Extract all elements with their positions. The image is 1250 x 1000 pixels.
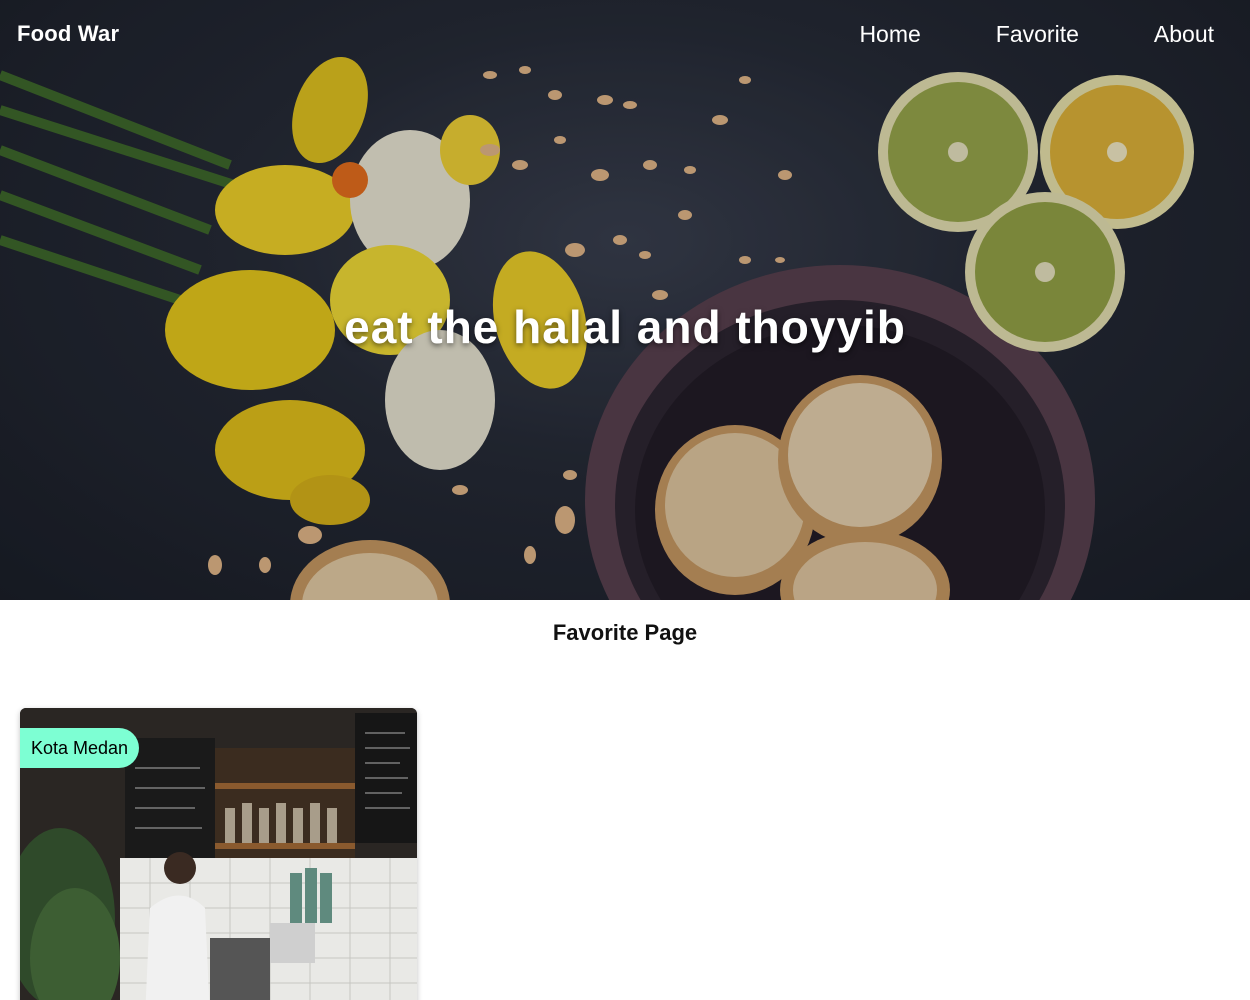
page-title: Favorite Page (552, 620, 698, 645)
nav-links: Home Favorite About (859, 21, 1233, 48)
hero-tagline: eat the halal and thoyyib (344, 301, 906, 353)
brand-logo[interactable]: Food War (17, 21, 119, 47)
navbar: Food War Home Favorite About (0, 0, 1250, 68)
restaurant-card[interactable]: Kota Medan (20, 708, 417, 1000)
nav-link-favorite[interactable]: Favorite (996, 21, 1079, 48)
city-badge: Kota Medan (20, 728, 140, 768)
nav-link-about[interactable]: About (1154, 21, 1214, 48)
hero-banner: Food War Home Favorite About eat the hal… (0, 0, 1250, 600)
nav-link-home[interactable]: Home (859, 21, 920, 48)
